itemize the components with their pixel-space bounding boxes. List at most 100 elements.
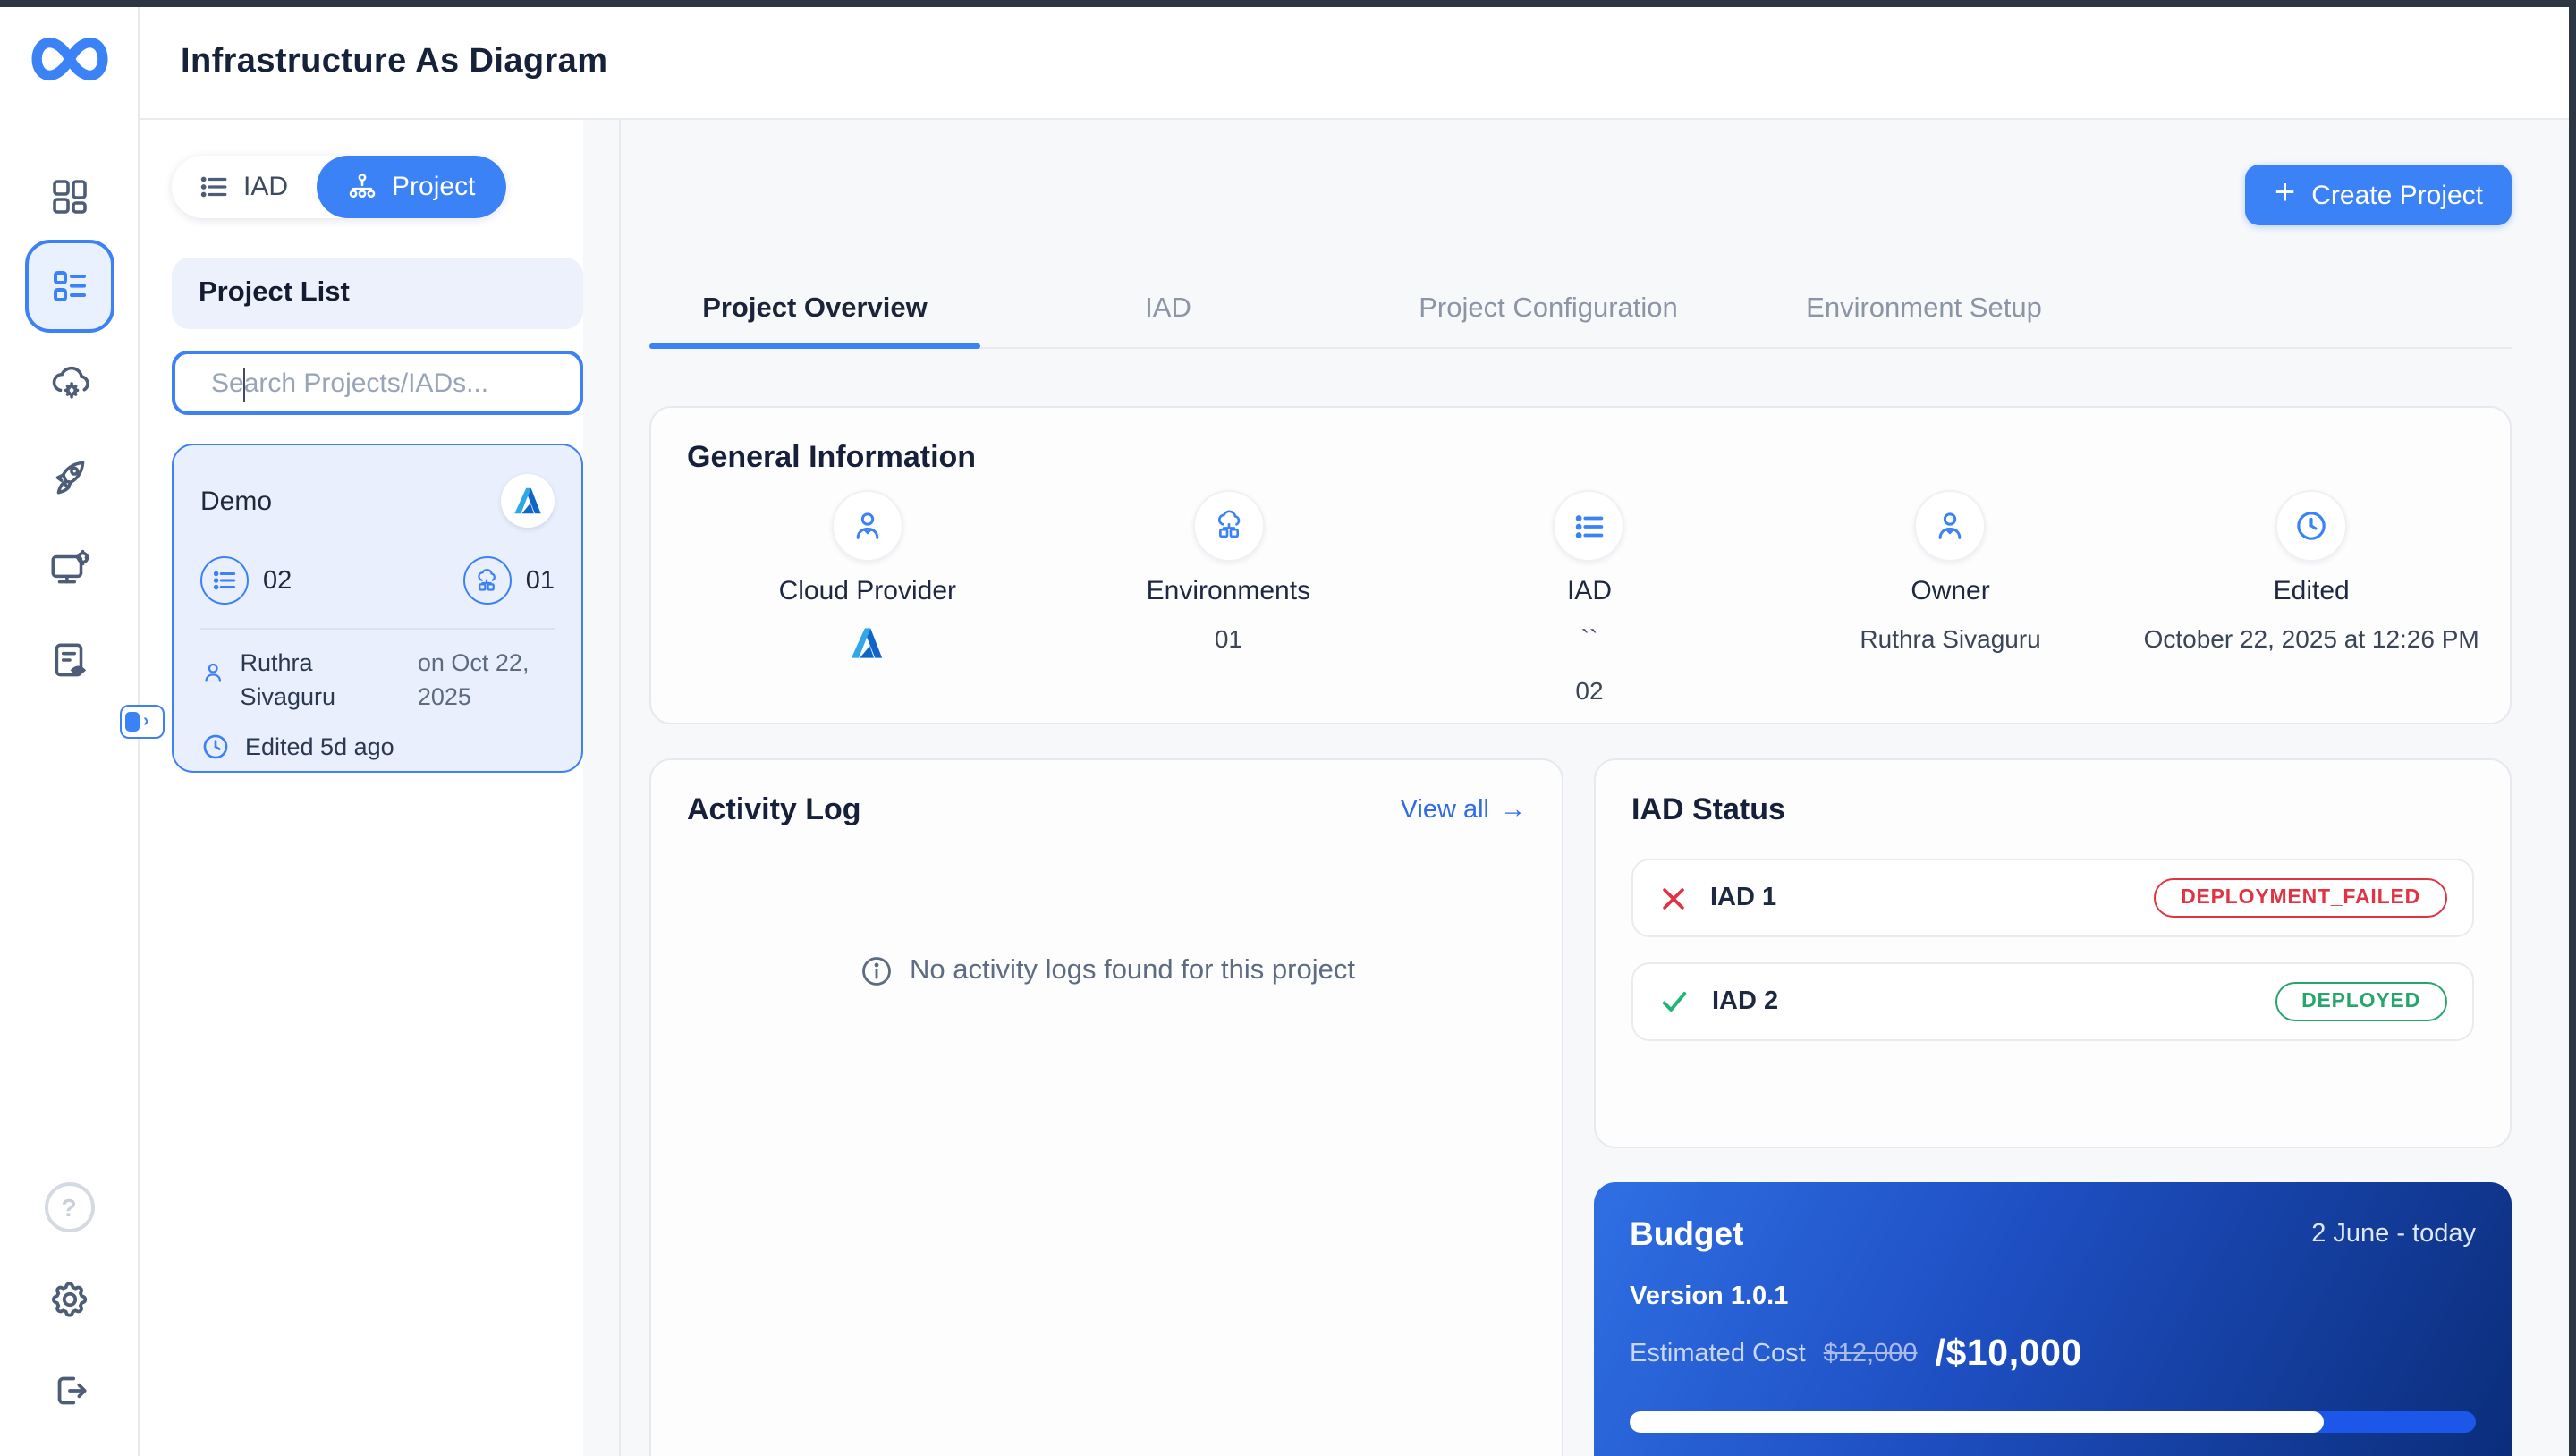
gi-cloud-provider: Cloud Provider [687,490,1048,705]
person-icon [200,658,225,687]
toggle-iad-label: IAD [243,172,288,202]
app-logo-infinity-icon [28,29,110,89]
list-icon [199,172,229,202]
project-created-date: on Oct 22, 2025 [418,648,555,715]
project-card-demo[interactable]: Demo [172,444,583,773]
person-icon [832,490,903,562]
search-input[interactable] [208,366,571,400]
gi-owner: Owner Ruthra Sivaguru [1770,490,2131,705]
edited-value: October 22, 2025 at 12:26 PM [2144,624,2479,653]
owner-value: Ruthra Sivaguru [1860,624,2040,653]
arrow-right-icon: → [1500,796,1526,825]
tab-project-overview[interactable]: Project Overview [649,272,980,347]
sidebar-item-deploy-rocket[interactable] [47,454,91,499]
environments-count: 01 [1215,624,1242,653]
gi-iad: IAD `` 02 [1409,490,1770,705]
window-right-edge [2569,0,2576,1456]
project-list-panel: IAD Project Project List [140,118,583,1456]
env-count-value: 01 [526,566,555,595]
sidebar-item-help[interactable]: ? [44,1182,94,1232]
gear-icon [47,1277,91,1322]
view-all-label: View all [1401,796,1489,825]
activity-empty-state: No activity logs found for this project [687,953,1526,989]
azure-provider-badge [501,474,555,528]
budget-progress-bar[interactable] [1630,1411,2476,1433]
view-all-link[interactable]: View all → [1401,796,1526,825]
chevron-right-icon: › [143,713,149,731]
project-list-title: Project List [199,277,350,309]
app-window: ? › Infrastructure As Diagram R [0,0,2576,1456]
activity-log-title: Activity Log [687,792,861,828]
azure-logo-icon [849,624,886,662]
x-icon [1658,883,1689,913]
tab-bar: Project Overview IAD Project Configurati… [649,272,2512,349]
sidebar-item-environment-monitor[interactable] [47,546,91,590]
iad-status-row-1[interactable]: IAD 1 DEPLOYMENT_FAILED [1631,859,2474,937]
estimated-cost-label: Estimated Cost [1630,1340,1806,1368]
list-icon [200,556,249,605]
project-edited: Edited 5d ago [245,733,394,760]
check-icon [1658,986,1690,1018]
project-owner: Ruthra Sivaguru [240,648,367,715]
tab-iad[interactable]: IAD [980,272,1356,347]
toggle-iad[interactable]: IAD [172,156,317,218]
env-count: 01 [463,556,555,605]
divider [200,628,555,630]
clock-icon [2275,490,2347,562]
iad-count: 02 [1575,676,1603,705]
logout-icon [47,1368,91,1413]
iad-status-title: IAD Status [1631,792,2474,828]
activity-empty-message: No activity logs found for this project [910,955,1355,987]
general-information-title: General Information [687,440,2492,476]
iad-name: IAD 2 [1712,987,1778,1016]
budget-version: Version 1.0.1 [1630,1282,2476,1311]
page-title: Infrastructure As Diagram [181,43,607,82]
sidebar-item-dashboard[interactable] [47,175,90,218]
iad-count-value: 02 [263,566,292,595]
sidebar-item-logs-document[interactable] [47,639,91,683]
sidebar: ? [0,7,140,1456]
project-name: Demo [200,486,272,516]
sidebar-item-logout[interactable] [47,1368,91,1413]
old-cost: $12,000 [1824,1340,1918,1368]
iad-stray-value: `` [1581,624,1598,653]
general-information-card: General Information Cloud Provider [649,406,2512,724]
budget-title: Budget [1630,1215,1743,1254]
cloud-environments-icon [1192,490,1264,562]
sidebar-item-settings[interactable] [47,1277,91,1322]
sidebar-item-projects-active[interactable] [24,240,114,333]
iad-status-card: IAD Status IAD 1 DEPLOYMENT_FAILED IAD 2 [1594,758,2512,1148]
main-content: + Create Project Project Overview IAD Pr… [621,118,2569,1456]
list-icon [1554,490,1625,562]
status-badge-deployed: DEPLOYED [2275,982,2447,1021]
toggle-project-label: Project [392,172,475,202]
budget-period: 2 June - today [2311,1220,2476,1249]
activity-log-card: Activity Log View all → No activity logs… [649,758,1563,1456]
sidebar-item-cloud-settings[interactable] [47,360,91,404]
iad-status-row-2[interactable]: IAD 2 DEPLOYED [1631,962,2474,1041]
toggle-project[interactable]: Project [317,156,505,218]
handle-pill [125,712,140,732]
plus-icon: + [2275,175,2295,211]
gi-environments: Environments 01 [1048,490,1410,705]
azure-logo-icon [512,485,544,517]
environments-icon [463,556,512,605]
sitemap-icon [347,172,377,202]
create-project-button[interactable]: + Create Project [2246,165,2512,225]
top-header: Infrastructure As Diagram [140,7,2569,120]
window-top-edge [0,0,2576,7]
person-icon [1915,490,1987,562]
project-list-header: Project List [172,258,583,329]
iad-name: IAD 1 [1710,884,1776,912]
tab-project-configuration[interactable]: Project Configuration [1356,272,1741,347]
search-box[interactable] [172,351,583,415]
tab-environment-setup[interactable]: Environment Setup [1741,272,2107,347]
project-list-icon [47,265,90,308]
sidebar-collapse-handle[interactable]: › [120,705,165,739]
info-icon [858,953,894,989]
new-cost: /$10,000 [1936,1333,2082,1376]
create-project-label: Create Project [2311,180,2483,210]
budget-progress-fill [1630,1411,2324,1433]
text-cursor [243,368,245,402]
clock-icon [200,732,231,762]
